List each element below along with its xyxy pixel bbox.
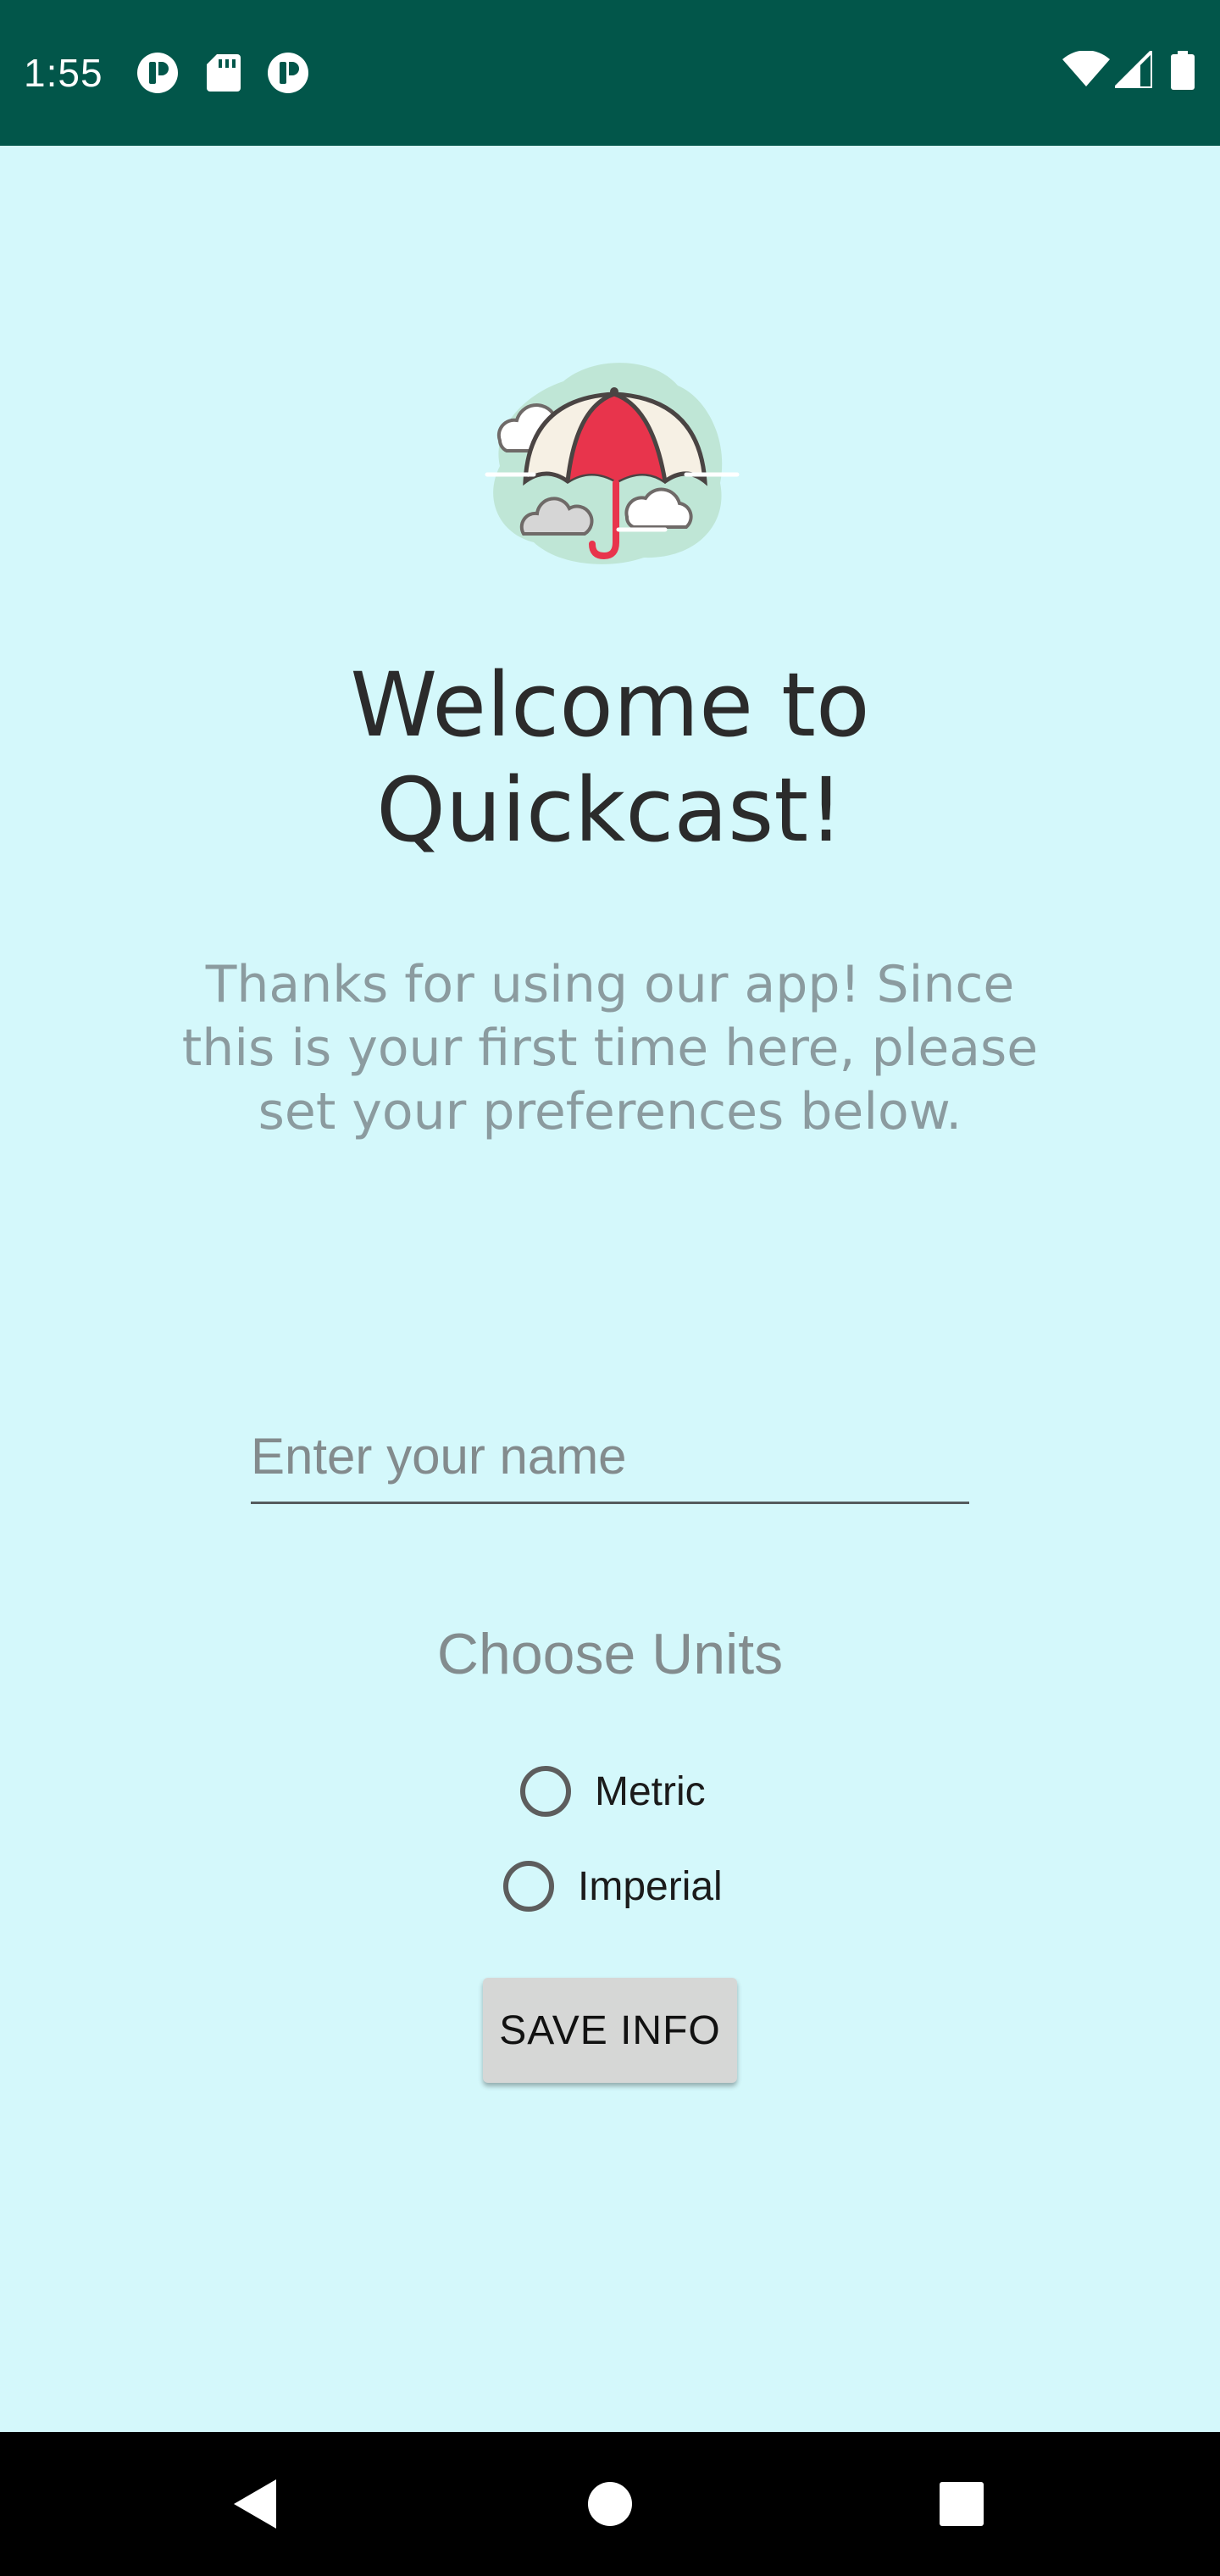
units-heading: Choose Units	[436, 1622, 784, 1686]
save-info-button[interactable]: SAVE INFO	[483, 1978, 737, 2083]
name-input[interactable]	[251, 1422, 969, 1490]
radio-metric[interactable]: Metric	[520, 1757, 706, 1825]
welcome-subtitle: Thanks for using our app! Since this is …	[181, 955, 1039, 1141]
back-icon[interactable]	[215, 2466, 291, 2542]
radio-button-unchecked-icon[interactable]	[503, 1861, 554, 1912]
status-time: 1:55	[24, 51, 103, 95]
wifi-icon	[1062, 50, 1110, 92]
umbrella-clouds-icon	[483, 347, 746, 576]
notification-badge-icon	[266, 51, 310, 99]
navigation-bar	[0, 2432, 1220, 2576]
notification-badge-icon	[136, 51, 180, 99]
radio-button-unchecked-icon[interactable]	[520, 1766, 571, 1817]
welcome-title: Welcome to Quickcast!	[350, 653, 870, 862]
status-bar: 1:55	[0, 0, 1220, 146]
home-icon[interactable]	[572, 2466, 648, 2542]
recents-icon[interactable]	[923, 2466, 1000, 2542]
radio-metric-label[interactable]: Metric	[595, 1768, 706, 1815]
radio-imperial-label[interactable]: Imperial	[578, 1863, 723, 1910]
cellular-signal-icon	[1111, 47, 1154, 92]
radio-imperial[interactable]: Imperial	[503, 1852, 723, 1920]
name-field	[251, 1407, 969, 1504]
sd-card-icon	[205, 51, 242, 99]
battery-icon	[1171, 51, 1195, 94]
